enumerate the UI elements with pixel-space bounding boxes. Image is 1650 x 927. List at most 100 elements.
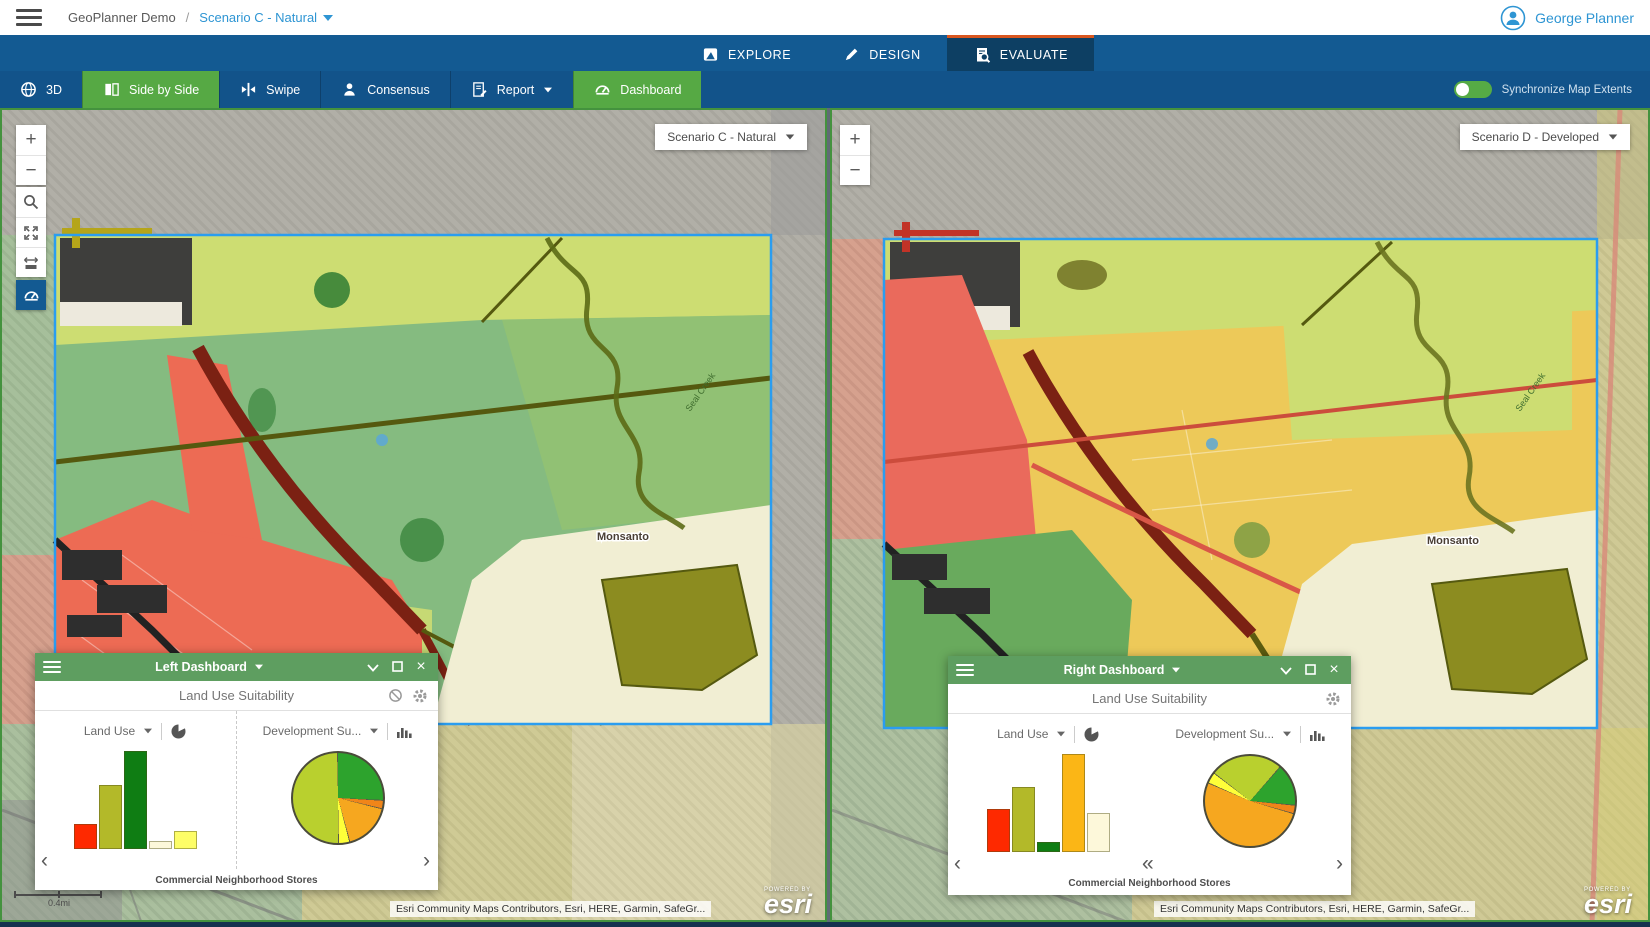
left-map-scenario-select[interactable]: Scenario C - Natural [655,124,807,150]
zoom-out-button[interactable]: − [16,155,46,185]
app-title: GeoPlanner Demo [68,10,176,25]
bar-chart-widget: Land Use [948,714,1150,872]
chevron-down-icon [144,729,152,734]
carousel-prev-button[interactable]: ‹ [954,852,961,876]
chevron-down-icon [1172,668,1180,673]
widget-title-row: Land Use Suitability [948,684,1351,714]
measure-button[interactable] [16,247,46,277]
report-button[interactable]: Report [450,71,574,108]
gear-icon[interactable] [412,688,428,704]
chevron-down-icon [1057,732,1065,737]
dashboard-toggle-button[interactable] [16,280,46,310]
left-dashboard-panel: Left Dashboard × Land Use Suitability ‹ … [35,653,438,890]
right-map-zoom-controls: + − [840,125,870,185]
right-dashboard-header[interactable]: Right Dashboard × [948,656,1351,684]
zoom-in-button[interactable]: + [840,125,870,155]
bar-chart-type-icon[interactable] [1309,727,1325,742]
chart-caption: Commercial Neighborhood Stores [948,878,1351,889]
panel-title-dropdown[interactable]: Right Dashboard [974,663,1271,677]
chevron-down-icon [786,134,795,139]
left-map-dashboard-toggle-group [16,280,46,310]
esri-logo: POWERED BYesri [1584,888,1632,916]
bar-chart-type-icon[interactable] [396,724,412,739]
collapse-icon[interactable] [1277,663,1295,678]
left-dashboard-header[interactable]: Left Dashboard × [35,653,438,681]
land-use-bar-chart[interactable] [35,751,236,849]
evaluate-toolbar: 3D Side by Side Swipe Consensus Report D… [0,71,1650,108]
primary-nav: EXPLORE DESIGN EVALUATE [0,35,1650,71]
gear-icon[interactable] [1325,691,1341,707]
chevron-down-icon [370,729,378,734]
panel-menu-icon[interactable] [956,661,974,679]
visibility-icon[interactable] [388,688,403,703]
land-use-bar-chart[interactable] [948,754,1150,852]
chart-field-select[interactable]: Development Su... [1175,727,1274,741]
widget-title-row: Land Use Suitability [35,681,438,711]
left-map-tools [16,187,46,277]
right-dashboard-panel: Right Dashboard × Land Use Suitability ‹… [948,656,1351,895]
pie-chart-type-icon[interactable] [1083,726,1100,743]
tab-evaluate[interactable]: EVALUATE [947,35,1094,71]
development-suitability-pie-chart[interactable] [1203,754,1297,848]
panel-title-dropdown[interactable]: Left Dashboard [61,660,358,674]
pie-chart-widget: Development Su... [1150,714,1352,872]
carousel-next-button[interactable]: › [423,849,430,873]
scenario-breadcrumb-dropdown[interactable]: Scenario C - Natural [199,10,333,25]
panel-menu-icon[interactable] [43,658,61,676]
zoom-out-button[interactable]: − [840,155,870,185]
sync-extents-control: Synchronize Map Extents [1454,71,1650,108]
close-icon[interactable]: × [1325,661,1343,679]
pie-chart-type-icon[interactable] [170,723,187,740]
zoom-in-button[interactable]: + [16,125,46,155]
user-avatar-icon [1500,5,1526,31]
map-label-city: Monsanto [597,531,649,543]
carousel-page-button[interactable]: « [1142,852,1154,876]
sync-extents-label: Synchronize Map Extents [1502,84,1632,96]
chevron-down-icon [1283,732,1291,737]
maximize-icon[interactable] [1301,663,1319,678]
swipe-button[interactable]: Swipe [219,71,320,108]
development-suitability-pie-chart[interactable] [291,751,385,845]
widget-title: Land Use Suitability [1092,691,1207,706]
explore-icon [702,46,719,63]
sync-extents-toggle[interactable] [1454,81,1492,98]
search-button[interactable] [16,187,46,217]
carousel-prev-button[interactable]: ‹ [41,849,48,873]
side-by-side-button[interactable]: Side by Side [82,71,219,108]
tab-explore[interactable]: EXPLORE [676,35,817,71]
close-icon[interactable]: × [412,658,430,676]
user-menu[interactable]: George Planner [1500,5,1634,31]
chevron-down-icon [255,665,263,670]
full-extent-button[interactable] [16,217,46,247]
chart-field-select[interactable]: Development Su... [263,724,362,738]
design-icon [843,46,860,63]
left-dashboard-widgets: ‹ Land Use Development Su... [35,711,438,869]
chart-field-select[interactable]: Land Use [84,724,135,738]
collapse-icon[interactable] [364,660,382,675]
left-map-attribution: Esri Community Maps Contributors, Esri, … [390,901,711,917]
swipe-icon [240,81,257,98]
right-dashboard-widgets: ‹ Land Use « Development Su... [948,714,1351,872]
right-map-attribution: Esri Community Maps Contributors, Esri, … [1154,901,1475,917]
menu-icon[interactable] [16,5,42,30]
right-map-scenario-select[interactable]: Scenario D - Developed [1460,124,1630,150]
breadcrumb-separator: / [186,10,190,25]
consensus-button[interactable]: Consensus [320,71,450,108]
chart-caption: Commercial Neighborhood Stores [35,875,438,886]
chevron-down-icon [323,15,333,21]
maximize-icon[interactable] [388,660,406,675]
widget-title: Land Use Suitability [179,688,294,703]
chart-field-select[interactable]: Land Use [997,727,1048,741]
dashboard-button[interactable]: Dashboard [573,71,701,108]
scale-mi-label: 0.4mi [48,898,102,908]
left-map-zoom-controls: + − [16,125,46,185]
carousel-next-button[interactable]: › [1336,852,1343,876]
breadcrumb: GeoPlanner Demo / Scenario C - Natural [68,10,333,25]
report-icon [471,81,488,98]
3d-button[interactable]: 3D [0,71,82,108]
pie-chart-widget: Development Su... [236,711,438,869]
tab-design[interactable]: DESIGN [817,35,947,71]
chevron-down-icon [1609,134,1618,139]
globe-icon [20,81,37,98]
gauge-icon [594,81,611,98]
